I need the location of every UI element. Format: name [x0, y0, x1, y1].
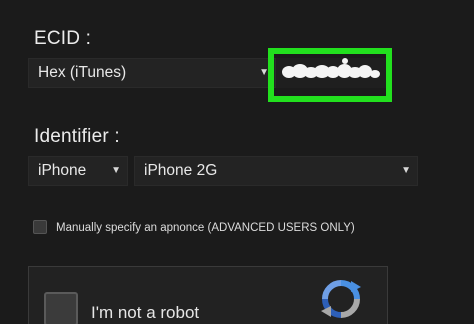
- apnonce-checkbox-label: Manually specify an apnonce (ADVANCED US…: [56, 222, 355, 234]
- recaptcha-icon: [321, 280, 361, 318]
- chevron-down-icon: ▼: [111, 165, 121, 176]
- identifier-heading: Identifier :: [34, 126, 120, 147]
- recaptcha-widget: I'm not a robot: [28, 266, 388, 324]
- ecid-format-select[interactable]: Hex (iTunes) ▼: [28, 58, 276, 88]
- chevron-down-icon: ▼: [401, 165, 411, 176]
- captcha-label: I'm not a robot: [91, 303, 200, 322]
- captcha-checkbox[interactable]: [44, 292, 78, 324]
- apnonce-checkbox[interactable]: [33, 220, 47, 234]
- ecid-heading: ECID :: [34, 28, 92, 49]
- device-model-value: iPhone 2G: [144, 162, 218, 179]
- device-model-select[interactable]: iPhone 2G ▼: [134, 156, 418, 186]
- device-type-value: iPhone: [38, 162, 87, 179]
- ecid-format-value: Hex (iTunes): [38, 64, 127, 81]
- highlight-box: [268, 48, 392, 102]
- device-type-select[interactable]: iPhone ▼: [28, 156, 128, 186]
- ecid-form-page: ECID : Hex (iTunes) ▼ Identifier : iPhon…: [0, 0, 474, 324]
